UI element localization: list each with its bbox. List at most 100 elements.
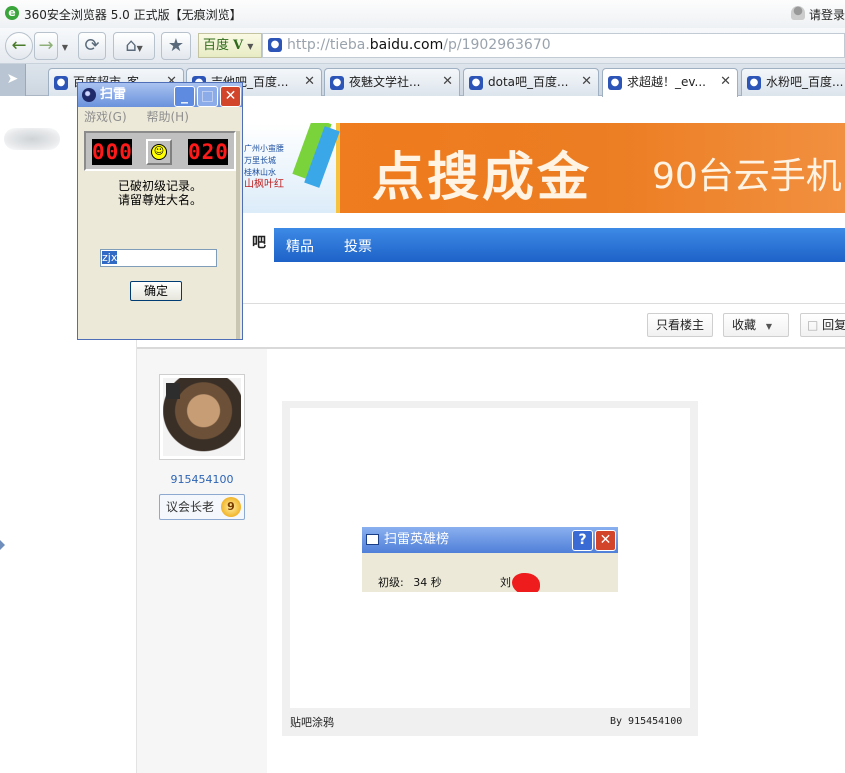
back-button[interactable]: ← [5,32,33,60]
record-message-line1: 已破初级记录。 [117,179,202,193]
window-app-icon [366,534,379,545]
browser-title: 360安全浏览器 5.0 正式版【无痕浏览】 [24,8,242,22]
forum-tab-featured[interactable]: 精品 [286,236,314,256]
tab-label: 求超越！_ev... [627,75,706,89]
forum-tab-current[interactable]: 吧 [240,224,274,262]
reply-button[interactable]: □ 回复 [800,313,845,337]
home-button[interactable]: ⌂▼ [113,32,155,60]
tab-label: 夜魅文学社... [349,75,421,89]
favorites-button[interactable]: ★ [161,32,191,60]
minesweeper-titlebar[interactable]: 扫雷 _ □ ✕ [78,83,242,107]
divider [240,303,845,304]
minesweeper-menubar: 游戏(G) 帮助(H) [78,107,242,127]
banner-headline: 点搜成金 [372,148,593,208]
player-name-input[interactable]: zjx [100,249,217,267]
star-icon: ★ [167,35,185,56]
maximize-button: □ [197,86,218,107]
minimize-button[interactable]: _ [174,86,195,107]
baidu-paw-icon: ● [330,76,344,90]
tab-4[interactable]: ● dota吧_百度... ✕ [463,68,599,96]
smiley-icon: ☺ [151,144,167,160]
chevron-down-icon: ▼ [765,322,772,331]
tab-3[interactable]: ● 夜魅文学社... ✕ [324,68,460,96]
hof-titlebar: 扫雷英雄榜 ? ✕ [362,527,618,553]
browser-logo-icon: e [5,6,19,20]
close-icon: ✕ [595,530,616,551]
doodle-footer-author: By 915454100 [610,716,683,727]
url-prefix: http://tieba. [287,37,370,53]
reply-label: 回复 [822,318,845,332]
baidu-paw-icon: ● [268,38,282,52]
minesweeper-title: 扫雷 [100,87,127,102]
tab-5-active[interactable]: ● 求超越！_ev... ✕ [602,68,738,97]
speech-bubble-icon: □ [807,318,819,332]
forward-button[interactable]: → [34,32,58,60]
refresh-button[interactable]: ⟳ [78,32,106,60]
navigation-bar: ← → ▼ ⟳ ⌂▼ ★ 百度 V ▼ ● http://tieba.baidu.… [0,28,845,64]
rank-title: 议会长老 [166,500,215,514]
search-engine-selector[interactable]: 百度 V ▼ [198,33,262,58]
mine-icon [82,88,96,102]
only-author-button[interactable]: 只看楼主 [647,313,714,337]
author-username[interactable]: 915454100 [159,473,245,486]
hof-name: 刘 [500,576,511,589]
favorite-label: 收藏 [732,318,757,332]
red-scribble [512,573,540,592]
close-icon[interactable]: ✕ [581,69,592,95]
address-bar[interactable]: ● http://tieba.baidu.com/p/1902963670 [262,33,845,58]
close-icon[interactable]: ✕ [720,69,731,95]
hof-title: 扫雷英雄榜 [384,532,450,547]
chevron-down-icon: ▼ [247,42,254,51]
chevron-down-icon: ▼ [61,43,69,52]
v-logo-icon: V [233,38,244,53]
browser-titlebar: e 360安全浏览器 5.0 正式版【无痕浏览】 请登录 [0,0,845,28]
baidu-paw-icon: ● [608,76,622,90]
banner-promo-cards: 广州小蛮腰 万里长城 桂林山水 山枫叶红 [240,123,340,213]
url-host: baidu.com [369,37,444,53]
hof-time: 34 秒 [413,576,442,589]
mine-counter: 000 [92,139,133,165]
avatar-badge [166,383,180,399]
sidebar-toggle-button[interactable]: ➤ [0,64,26,96]
minesweeper-window[interactable]: 扫雷 _ □ ✕ 游戏(G) 帮助(H) 000 ☺ 020 已破初级记录。 请… [77,82,243,340]
user-icon[interactable] [791,6,805,20]
hof-level-label: 初级: [378,576,404,589]
history-dropdown[interactable]: ▼ [58,32,72,60]
forum-tab-vote[interactable]: 投票 [344,236,372,256]
back-arrow-icon: ← [11,35,27,56]
chevron-down-icon: ▼ [136,44,143,53]
menu-help[interactable]: 帮助(H) [147,110,189,124]
baidu-paw-icon: ● [54,76,68,90]
doodle-footer-label: 贴吧涂鸦 [290,716,334,729]
forward-arrow-icon: → [38,35,54,56]
login-link[interactable]: 请登录 [809,6,845,23]
close-button[interactable]: ✕ [220,86,241,107]
tab-label: 水粉吧_百度... [766,75,844,89]
window-edge [236,131,240,339]
cloud-decoration [4,128,60,150]
banner-subline: 90台云手机 [652,156,842,197]
search-engine-label: 百度 [203,38,230,53]
favorite-button[interactable]: 收藏 ▼ [723,313,789,337]
url-path: /p/1902963670 [443,37,551,53]
author-rank-badge[interactable]: 议会长老 9 [159,494,245,520]
hof-row: 初级: 34 秒 [378,574,442,590]
home-icon: ⌂ [125,35,137,56]
tab-6[interactable]: ● 水粉吧_百度... [741,68,845,96]
close-icon[interactable]: ✕ [304,69,315,95]
refresh-icon: ⟳ [84,35,100,56]
player-name-value: zjx [102,251,118,264]
baidu-paw-icon: ● [747,76,761,90]
timer: 020 [188,139,229,165]
avatar[interactable] [159,374,245,460]
menu-game[interactable]: 游戏(G) [84,110,127,124]
hall-of-fame-screenshot: 扫雷英雄榜 ? ✕ 初级: 34 秒 刘 [362,527,618,592]
close-icon[interactable]: ✕ [442,69,453,95]
smiley-face-button[interactable]: ☺ [146,139,172,165]
sidebar-arrow-icon: ➤ [6,71,19,87]
ad-banner[interactable]: 广州小蛮腰 万里长城 桂林山水 山枫叶红 点搜成金 90台云手机 [240,123,845,213]
rail-expand-arrow-icon[interactable] [0,540,6,550]
help-icon: ? [572,530,593,551]
level-star-icon: 9 [221,497,241,517]
ok-button[interactable]: 确定 [130,281,182,301]
